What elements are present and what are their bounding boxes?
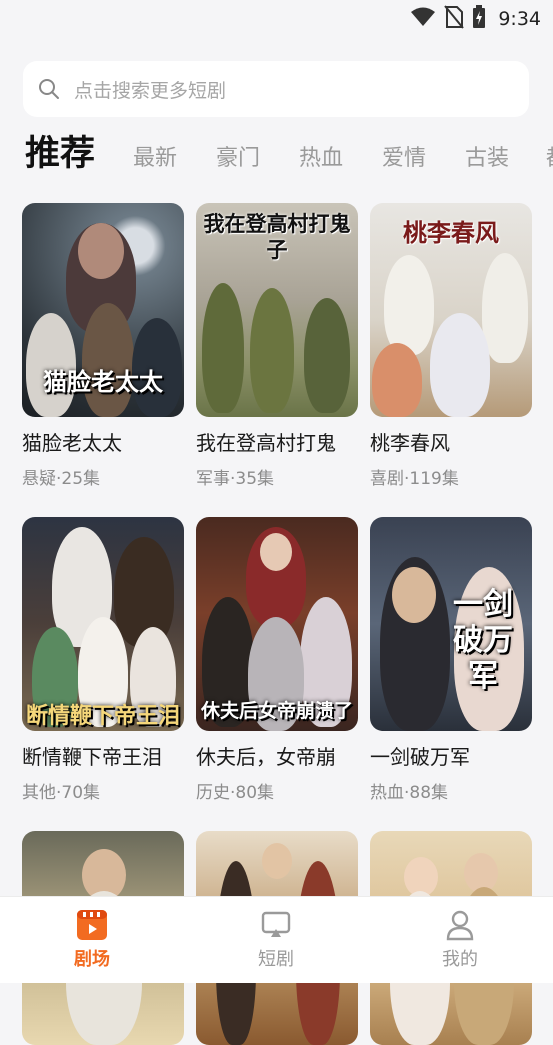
drama-meta: 喜剧·119集 <box>370 469 459 489</box>
drama-card[interactable]: 断情鞭下帝王泪 断情鞭下帝王泪 其他·70集 <box>22 517 184 803</box>
wifi-icon <box>410 7 436 31</box>
poster-title: 断情鞭下帝王泪 <box>25 703 180 729</box>
drama-card[interactable]: 休夫后女帝崩溃了 休夫后，女帝崩 历史·80集 <box>196 517 358 803</box>
bottom-nav: 剧场 短剧 我的 <box>0 896 553 983</box>
search-placeholder: 点击搜索更多短剧 <box>74 79 227 102</box>
drama-poster[interactable]: 一剑破万军 <box>370 517 532 731</box>
drama-poster[interactable]: 断情鞭下帝王泪 <box>22 517 184 731</box>
drama-poster[interactable]: 猫脸老太太 <box>22 203 184 417</box>
tab-urban[interactable]: 都 <box>546 140 553 172</box>
drama-title: 休夫后，女帝崩 <box>196 745 336 769</box>
nav-short-drama[interactable]: 短剧 <box>226 909 326 971</box>
drama-title: 桃李春风 <box>370 431 450 455</box>
tab-recommend[interactable]: 推荐 <box>25 130 95 176</box>
user-icon <box>444 909 476 941</box>
drama-meta: 军事·35集 <box>196 469 275 489</box>
poster-title: 休夫后女帝崩溃了 <box>200 700 353 722</box>
nav-label: 我的 <box>442 949 478 970</box>
drama-meta: 热血·88集 <box>370 783 449 803</box>
search-input[interactable]: 点击搜索更多短剧 <box>23 61 529 117</box>
drama-card[interactable]: 一剑破万军 一剑破万军 热血·88集 <box>370 517 532 803</box>
status-time: 9:34 <box>498 8 541 30</box>
drama-poster[interactable]: 桃李春风 <box>370 203 532 417</box>
drama-title: 猫脸老太太 <box>22 431 122 455</box>
nav-profile[interactable]: 我的 <box>410 909 510 971</box>
nav-label: 剧场 <box>74 949 110 970</box>
drama-title: 断情鞭下帝王泪 <box>22 745 162 769</box>
theater-icon <box>76 909 108 941</box>
status-bar: 9:34 <box>0 0 553 40</box>
tab-action[interactable]: 热血 <box>299 140 343 172</box>
poster-title: 猫脸老太太 <box>43 367 163 396</box>
tab-romance[interactable]: 爱情 <box>382 140 426 172</box>
drama-meta: 历史·80集 <box>196 783 275 803</box>
drama-title: 我在登高村打鬼 <box>196 431 336 455</box>
status-icons: 9:34 <box>410 5 541 33</box>
drama-meta: 其他·70集 <box>22 783 101 803</box>
tab-wealthy-family[interactable]: 豪门 <box>216 140 260 172</box>
tab-costume[interactable]: 古装 <box>465 140 509 172</box>
tab-latest[interactable]: 最新 <box>133 140 177 172</box>
no-sim-icon <box>444 5 465 33</box>
category-tabs: 推荐 最新 豪门 热血 爱情 古装 都 <box>0 130 553 190</box>
drama-poster[interactable]: 休夫后女帝崩溃了 <box>196 517 358 731</box>
poster-title: 一剑破万军 <box>453 587 513 694</box>
nav-theater[interactable]: 剧场 <box>42 909 142 971</box>
drama-card[interactable]: 我在登高村打鬼子 我在登高村打鬼 军事·35集 <box>196 203 358 489</box>
drama-card[interactable]: 猫脸老太太 猫脸老太太 悬疑·25集 <box>22 203 184 489</box>
nav-label: 短剧 <box>258 949 294 970</box>
drama-title: 一剑破万军 <box>370 745 470 769</box>
drama-card[interactable]: 桃李春风 桃李春风 喜剧·119集 <box>370 203 532 489</box>
battery-charging-icon <box>472 5 486 33</box>
drama-meta: 悬疑·25集 <box>22 469 101 489</box>
poster-title: 我在登高村打鬼子 <box>203 211 351 262</box>
tv-icon <box>260 909 292 941</box>
poster-title: 桃李春风 <box>403 218 499 247</box>
search-icon <box>38 78 60 100</box>
drama-poster[interactable]: 我在登高村打鬼子 <box>196 203 358 417</box>
